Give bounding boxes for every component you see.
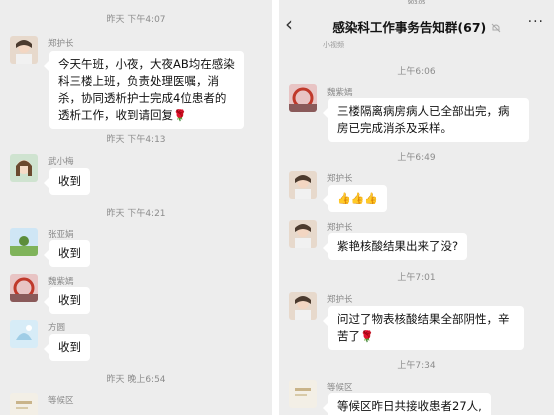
message-bubble[interactable]: 等候区昨日共接收患者27人,	[323, 393, 491, 415]
avatar[interactable]	[10, 228, 38, 256]
chat-header: ‹ 感染科工作事务告知群(67) ···	[279, 8, 554, 40]
avatar[interactable]	[289, 171, 317, 199]
timestamp: 上午6:49	[397, 153, 436, 163]
message-text: 三楼隔离病房病人已全部出完，病房已完成消杀及采样。	[337, 104, 510, 135]
message-bubble[interactable]: 👍👍👍	[322, 185, 388, 212]
status-bar: 903:05	[407, 0, 426, 6]
rose-emoji: 🌹	[173, 109, 187, 122]
message-bubble[interactable]: 今天午班，小夜，大夜AB均在感染科三楼上班，负责处理医嘱，消杀，协同透析护士完成…	[44, 51, 244, 129]
sender-name: 张亚娟	[48, 230, 74, 240]
sender-name: 等候区	[48, 396, 74, 406]
timestamp: 昨天 下午4:21	[106, 209, 166, 219]
message-text: 紫艳核酸结果出来了没?	[337, 239, 459, 253]
avatar[interactable]	[289, 84, 317, 112]
avatar[interactable]	[289, 380, 317, 408]
timestamp: 昨天 下午4:13	[106, 135, 166, 145]
timestamp: 上午7:34	[397, 361, 436, 371]
message-bubble[interactable]: 收到	[44, 240, 90, 267]
rose-emoji: 🌹	[360, 330, 374, 343]
message-bubble[interactable]: 问过了物表核酸结果全部阴性，辛苦了🌹	[323, 306, 524, 350]
message-text: 收到	[58, 246, 81, 260]
message-bubble[interactable]: 收到	[44, 287, 90, 314]
quoted-media: 小视频	[323, 41, 344, 49]
sender-name: 等候区	[327, 383, 353, 393]
avatar[interactable]	[10, 36, 38, 64]
group-title: 感染科工作事务告知群(67)	[332, 20, 487, 35]
avatar[interactable]	[10, 154, 38, 182]
chat-title: 感染科工作事务告知群(67)	[279, 17, 554, 36]
avatar[interactable]	[289, 292, 317, 320]
avatar[interactable]	[10, 393, 38, 415]
message-text: 收到	[58, 293, 81, 307]
bell-slash-icon	[491, 21, 501, 36]
sender-name: 郑护长	[327, 295, 353, 305]
timestamp: 上午7:01	[397, 273, 436, 283]
avatar[interactable]	[10, 320, 38, 348]
chat-panel-right: 903:05 ‹ 感染科工作事务告知群(67) ··· 小视频 上午6:06 魏…	[279, 0, 554, 415]
sender-name: 郑护长	[48, 39, 74, 49]
sender-name: 武小梅	[48, 157, 74, 167]
message-bubble[interactable]: 三楼隔离病房病人已全部出完，病房已完成消杀及采样。	[323, 98, 529, 142]
sender-name: 魏紫嫣	[48, 277, 74, 287]
sender-name: 郑护长	[327, 174, 353, 184]
message-bubble[interactable]: 紫艳核酸结果出来了没?	[322, 233, 468, 260]
timestamp: 上午6:06	[397, 67, 436, 77]
chat-panel-left: 昨天 下午4:07 郑护长 今天午班，小夜，大夜AB均在感染科三楼上班，负责处理…	[0, 0, 272, 415]
message-text: 等候区昨日共接收患者27人,	[337, 399, 482, 413]
avatar[interactable]	[10, 274, 38, 302]
sender-name: 魏紫嫣	[327, 88, 353, 98]
message-text: 今天午班，小夜，大夜AB均在感染科三楼上班，负责处理医嘱，消杀，协同透析护士完成…	[58, 57, 235, 122]
message-text: 收到	[58, 340, 81, 354]
timestamp: 昨天 下午4:07	[106, 15, 166, 25]
sender-name: 方圆	[48, 323, 66, 333]
message-bubble[interactable]: 收到	[44, 334, 90, 361]
message-bubble[interactable]: 收到	[44, 168, 90, 195]
timestamp: 昨天 晚上6:54	[106, 375, 166, 385]
message-text: 收到	[58, 174, 81, 188]
thumbs-up-emoji: 👍👍👍	[337, 192, 379, 205]
avatar[interactable]	[289, 220, 317, 248]
sender-name: 郑护长	[327, 223, 353, 233]
more-icon[interactable]: ···	[528, 14, 544, 30]
